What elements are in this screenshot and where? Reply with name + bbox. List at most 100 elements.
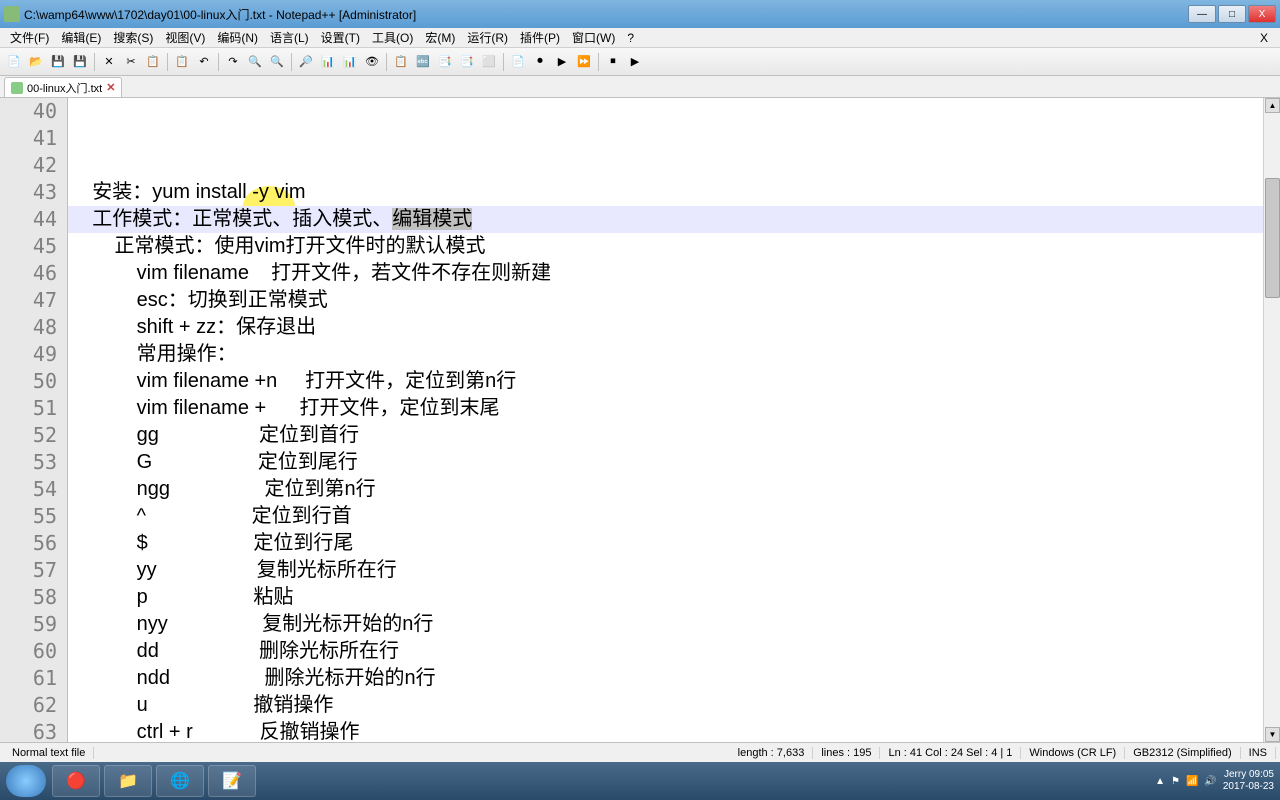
toolbar-button[interactable]: ⏹ <box>603 52 623 72</box>
toolbar-button[interactable]: 📄 <box>4 52 24 72</box>
code-area[interactable]: 安装：yum install -y vim 工作模式：正常模式、插入模式、编辑模… <box>68 98 1263 742</box>
code-line[interactable]: vim filename + 打开文件，定位到末尾 <box>68 395 1263 422</box>
line-number: 46 <box>0 260 57 287</box>
menu-item[interactable]: 运行(R) <box>461 29 514 46</box>
windows-taskbar: 🔴 📁 🌐 📝 ▲ ⚑ 📶 🔊 Jerry 09:05 2017-08-23 <box>0 762 1280 800</box>
toolbar-button[interactable]: ▶ <box>552 52 572 72</box>
toolbar-button[interactable]: ⬜ <box>479 52 499 72</box>
minimize-button[interactable]: — <box>1188 5 1216 23</box>
code-line[interactable]: dd 删除光标所在行 <box>68 638 1263 665</box>
menu-item[interactable]: 编辑(E) <box>55 29 107 46</box>
document-tab[interactable]: 00-linux入门.txt ✕ <box>4 77 122 97</box>
menu-item[interactable]: ? <box>621 31 640 45</box>
toolbar-button[interactable]: 📊 <box>318 52 338 72</box>
code-line[interactable]: 常用操作： <box>68 341 1263 368</box>
tray-clock[interactable]: Jerry 09:05 2017-08-23 <box>1223 769 1274 793</box>
toolbar-button[interactable]: 🔍 <box>245 52 265 72</box>
code-line[interactable]: ctrl + r 反撤销操作 <box>68 719 1263 742</box>
vertical-scrollbar[interactable]: ▲ ▼ <box>1263 98 1280 742</box>
menu-item[interactable]: 宏(M) <box>419 29 461 46</box>
toolbar-button[interactable]: 💾 <box>70 52 90 72</box>
code-line[interactable]: $ 定位到行尾 <box>68 530 1263 557</box>
toolbar-button[interactable]: 💾 <box>48 52 68 72</box>
start-button[interactable] <box>6 765 46 797</box>
code-line[interactable]: vim filename 打开文件，若文件不存在则新建 <box>68 260 1263 287</box>
status-filetype: Normal text file <box>4 747 94 759</box>
toolbar-button[interactable]: 📋 <box>172 52 192 72</box>
code-line[interactable]: shift + zz：保存退出 <box>68 314 1263 341</box>
tray-network-icon[interactable]: 📶 <box>1186 776 1198 787</box>
toolbar-button[interactable]: 📑 <box>435 52 455 72</box>
toolbar-button[interactable]: ⏺ <box>530 52 550 72</box>
toolbar-button[interactable]: ↶ <box>194 52 214 72</box>
tab-close-icon[interactable]: ✕ <box>106 81 115 94</box>
menu-item[interactable]: 编码(N) <box>211 29 264 46</box>
scroll-thumb[interactable] <box>1265 178 1280 298</box>
code-line[interactable]: 安装：yum install -y vim <box>68 179 1263 206</box>
code-line[interactable]: esc：切换到正常模式 <box>68 287 1263 314</box>
line-number: 42 <box>0 152 57 179</box>
toolbar-button[interactable]: 📂 <box>26 52 46 72</box>
tray-up-icon[interactable]: ▲ <box>1155 776 1165 787</box>
toolbar-button[interactable]: 📄 <box>508 52 528 72</box>
line-number: 43 <box>0 179 57 206</box>
taskbar-app-1[interactable]: 🔴 <box>52 765 100 797</box>
toolbar-button[interactable]: ✂ <box>121 52 141 72</box>
toolbar-button[interactable]: 📑 <box>457 52 477 72</box>
menu-item[interactable]: 语言(L) <box>264 29 315 46</box>
toolbar-button[interactable]: ✕ <box>99 52 119 72</box>
code-line[interactable]: nyy 复制光标开始的n行 <box>68 611 1263 638</box>
menu-item[interactable]: 文件(F) <box>4 29 55 46</box>
text-selection: 编辑模式 <box>392 208 472 230</box>
toolbar-button[interactable]: 📋 <box>143 52 163 72</box>
toolbar-button[interactable]: 🔤 <box>413 52 433 72</box>
taskbar-explorer[interactable]: 📁 <box>104 765 152 797</box>
code-line[interactable]: ^ 定位到行首 <box>68 503 1263 530</box>
toolbar-button[interactable]: 📋 <box>391 52 411 72</box>
taskbar-notepadpp[interactable]: 📝 <box>208 765 256 797</box>
scroll-up-arrow[interactable]: ▲ <box>1265 98 1280 113</box>
line-number: 53 <box>0 449 57 476</box>
code-line[interactable]: vim filename +n 打开文件，定位到第n行 <box>68 368 1263 395</box>
toolbar-button[interactable]: ↷ <box>223 52 243 72</box>
tray-volume-icon[interactable]: 🔊 <box>1204 776 1216 787</box>
scroll-down-arrow[interactable]: ▼ <box>1265 727 1280 742</box>
status-insert-mode: INS <box>1241 747 1276 759</box>
menu-item[interactable]: 搜索(S) <box>107 29 159 46</box>
code-line[interactable]: G 定位到尾行 <box>68 449 1263 476</box>
code-line[interactable]: yy 复制光标所在行 <box>68 557 1263 584</box>
toolbar-button[interactable]: 🔎 <box>296 52 316 72</box>
toolbar-button[interactable]: ⏩ <box>574 52 594 72</box>
code-line[interactable]: gg 定位到首行 <box>68 422 1263 449</box>
menu-close-doc[interactable]: X <box>1252 31 1276 45</box>
title-bar: C:\wamp64\www\1702\day01\00-linux入门.txt … <box>0 0 1280 28</box>
code-line[interactable]: 工作模式：正常模式、插入模式、编辑模式 <box>68 206 1263 233</box>
editor-area: 4041424344454647484950515253545556575859… <box>0 98 1280 742</box>
toolbar-separator <box>291 53 292 71</box>
maximize-button[interactable]: □ <box>1218 5 1246 23</box>
toolbar-separator <box>503 53 504 71</box>
menu-item[interactable]: 工具(O) <box>366 29 419 46</box>
toolbar-button[interactable]: 📊 <box>340 52 360 72</box>
code-line[interactable]: u 撤销操作 <box>68 692 1263 719</box>
status-encoding: GB2312 (Simplified) <box>1125 747 1240 759</box>
line-number: 54 <box>0 476 57 503</box>
line-number: 45 <box>0 233 57 260</box>
toolbar-button[interactable]: ▶ <box>625 52 645 72</box>
toolbar-button[interactable]: 🔍 <box>267 52 287 72</box>
tray-flag-icon[interactable]: ⚑ <box>1171 776 1180 787</box>
status-eol: Windows (CR LF) <box>1021 747 1125 759</box>
code-line[interactable]: ngg 定位到第n行 <box>68 476 1263 503</box>
menu-item[interactable]: 视图(V) <box>159 29 211 46</box>
menu-item[interactable]: 设置(T) <box>315 29 366 46</box>
toolbar-button[interactable]: 👁 <box>362 52 382 72</box>
code-line[interactable]: ndd 删除光标开始的n行 <box>68 665 1263 692</box>
status-bar: Normal text file length : 7,633 lines : … <box>0 742 1280 762</box>
menu-item[interactable]: 窗口(W) <box>566 29 621 46</box>
taskbar-chrome[interactable]: 🌐 <box>156 765 204 797</box>
code-line[interactable]: p 粘贴 <box>68 584 1263 611</box>
close-button[interactable]: X <box>1248 5 1276 23</box>
window-title: C:\wamp64\www\1702\day01\00-linux入门.txt … <box>24 6 1188 23</box>
menu-item[interactable]: 插件(P) <box>514 29 566 46</box>
code-line[interactable]: 正常模式：使用vim打开文件时的默认模式 <box>68 233 1263 260</box>
